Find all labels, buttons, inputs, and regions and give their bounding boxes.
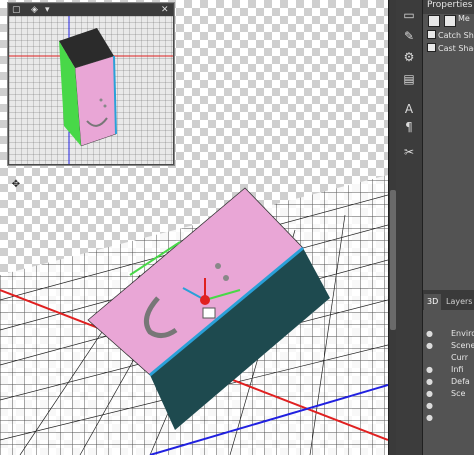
view-icon[interactable]: ▢ [12, 4, 21, 16]
brush-icon[interactable]: ✎ [399, 27, 419, 45]
properties-icon-row: Me [423, 14, 474, 28]
secondary-view-panel[interactable]: ▢ ◈ ▾ ✕ [8, 3, 174, 165]
camera-icon[interactable]: ◈ [31, 4, 38, 16]
layer-row-scene[interactable]: ● Scene [423, 340, 474, 352]
eye-icon[interactable]: ● [426, 340, 434, 352]
eye-icon[interactable]: ● [426, 328, 434, 340]
eye-icon[interactable]: ● [426, 400, 434, 412]
paragraph-icon[interactable]: ¶ [399, 118, 419, 136]
layer-row-mesh-1[interactable]: ● [423, 400, 474, 412]
secondary-scene [9, 16, 173, 164]
eye-icon[interactable]: ● [426, 364, 434, 376]
properties-title: Properties [423, 0, 474, 14]
checkbox-box[interactable] [427, 43, 436, 52]
layer-row-default-camera[interactable]: ● Defa [423, 376, 474, 388]
panel-tabs: 3D Layers [423, 290, 474, 310]
tab-layers[interactable]: Layers [443, 294, 474, 310]
layer-row-mesh-2[interactable]: ● [423, 412, 474, 424]
swatches-icon[interactable]: ▤ [399, 70, 419, 88]
tool-strip: ▭ ✎ ⚙ ▤ A ¶ ✂ [396, 0, 423, 455]
catch-shadows-checkbox[interactable]: Catch Shado [427, 30, 474, 42]
eye-icon[interactable]: ● [426, 388, 434, 400]
eye-icon[interactable]: ● [426, 412, 434, 424]
checkbox-box[interactable] [427, 30, 436, 39]
3d-layers-panel: 3D Layers ● Enviro ● Scene Curr ● Infi ● Def… [423, 290, 474, 455]
cast-shadows-label: Cast Shadov [438, 44, 474, 53]
mesh-icon[interactable] [444, 15, 456, 27]
eye-icon[interactable]: ● [426, 376, 434, 388]
character-icon[interactable]: A [399, 100, 419, 118]
layer-row-scene-mesh[interactable]: ● Sce [423, 388, 474, 400]
secondary-view-titlebar[interactable]: ▢ ◈ ▾ ✕ [9, 4, 173, 16]
scene-icon[interactable] [428, 15, 440, 27]
catch-shadows-label: Catch Shado [438, 31, 474, 40]
properties-top-label: Me [458, 14, 470, 23]
close-icon[interactable]: ✕ [161, 4, 169, 16]
layer-row-environment[interactable]: ● Enviro [423, 328, 474, 340]
history-icon[interactable]: ▭ [399, 6, 419, 24]
move-tool-icon[interactable]: ✥ [9, 178, 23, 192]
secondary-view-canvas[interactable] [9, 16, 173, 164]
box-eye-2 [223, 275, 229, 281]
tools-icon[interactable]: ✂ [399, 143, 419, 161]
canvas-area[interactable]: ▢ ◈ ▾ ✕ ✥ [0, 0, 388, 455]
tab-3d[interactable]: 3D [424, 294, 442, 310]
adjustments-icon[interactable]: ⚙ [399, 48, 419, 66]
box-eye-1 [215, 263, 221, 269]
cast-shadows-checkbox[interactable]: Cast Shadov [427, 43, 474, 55]
properties-panel: Properties Me Catch Shado Cast Shadov [423, 0, 474, 290]
layer-row-infinite-light[interactable]: ● Infi [423, 364, 474, 376]
chevron-down-icon[interactable]: ▾ [45, 4, 50, 16]
layer-row-current-view[interactable]: Curr [423, 352, 474, 364]
